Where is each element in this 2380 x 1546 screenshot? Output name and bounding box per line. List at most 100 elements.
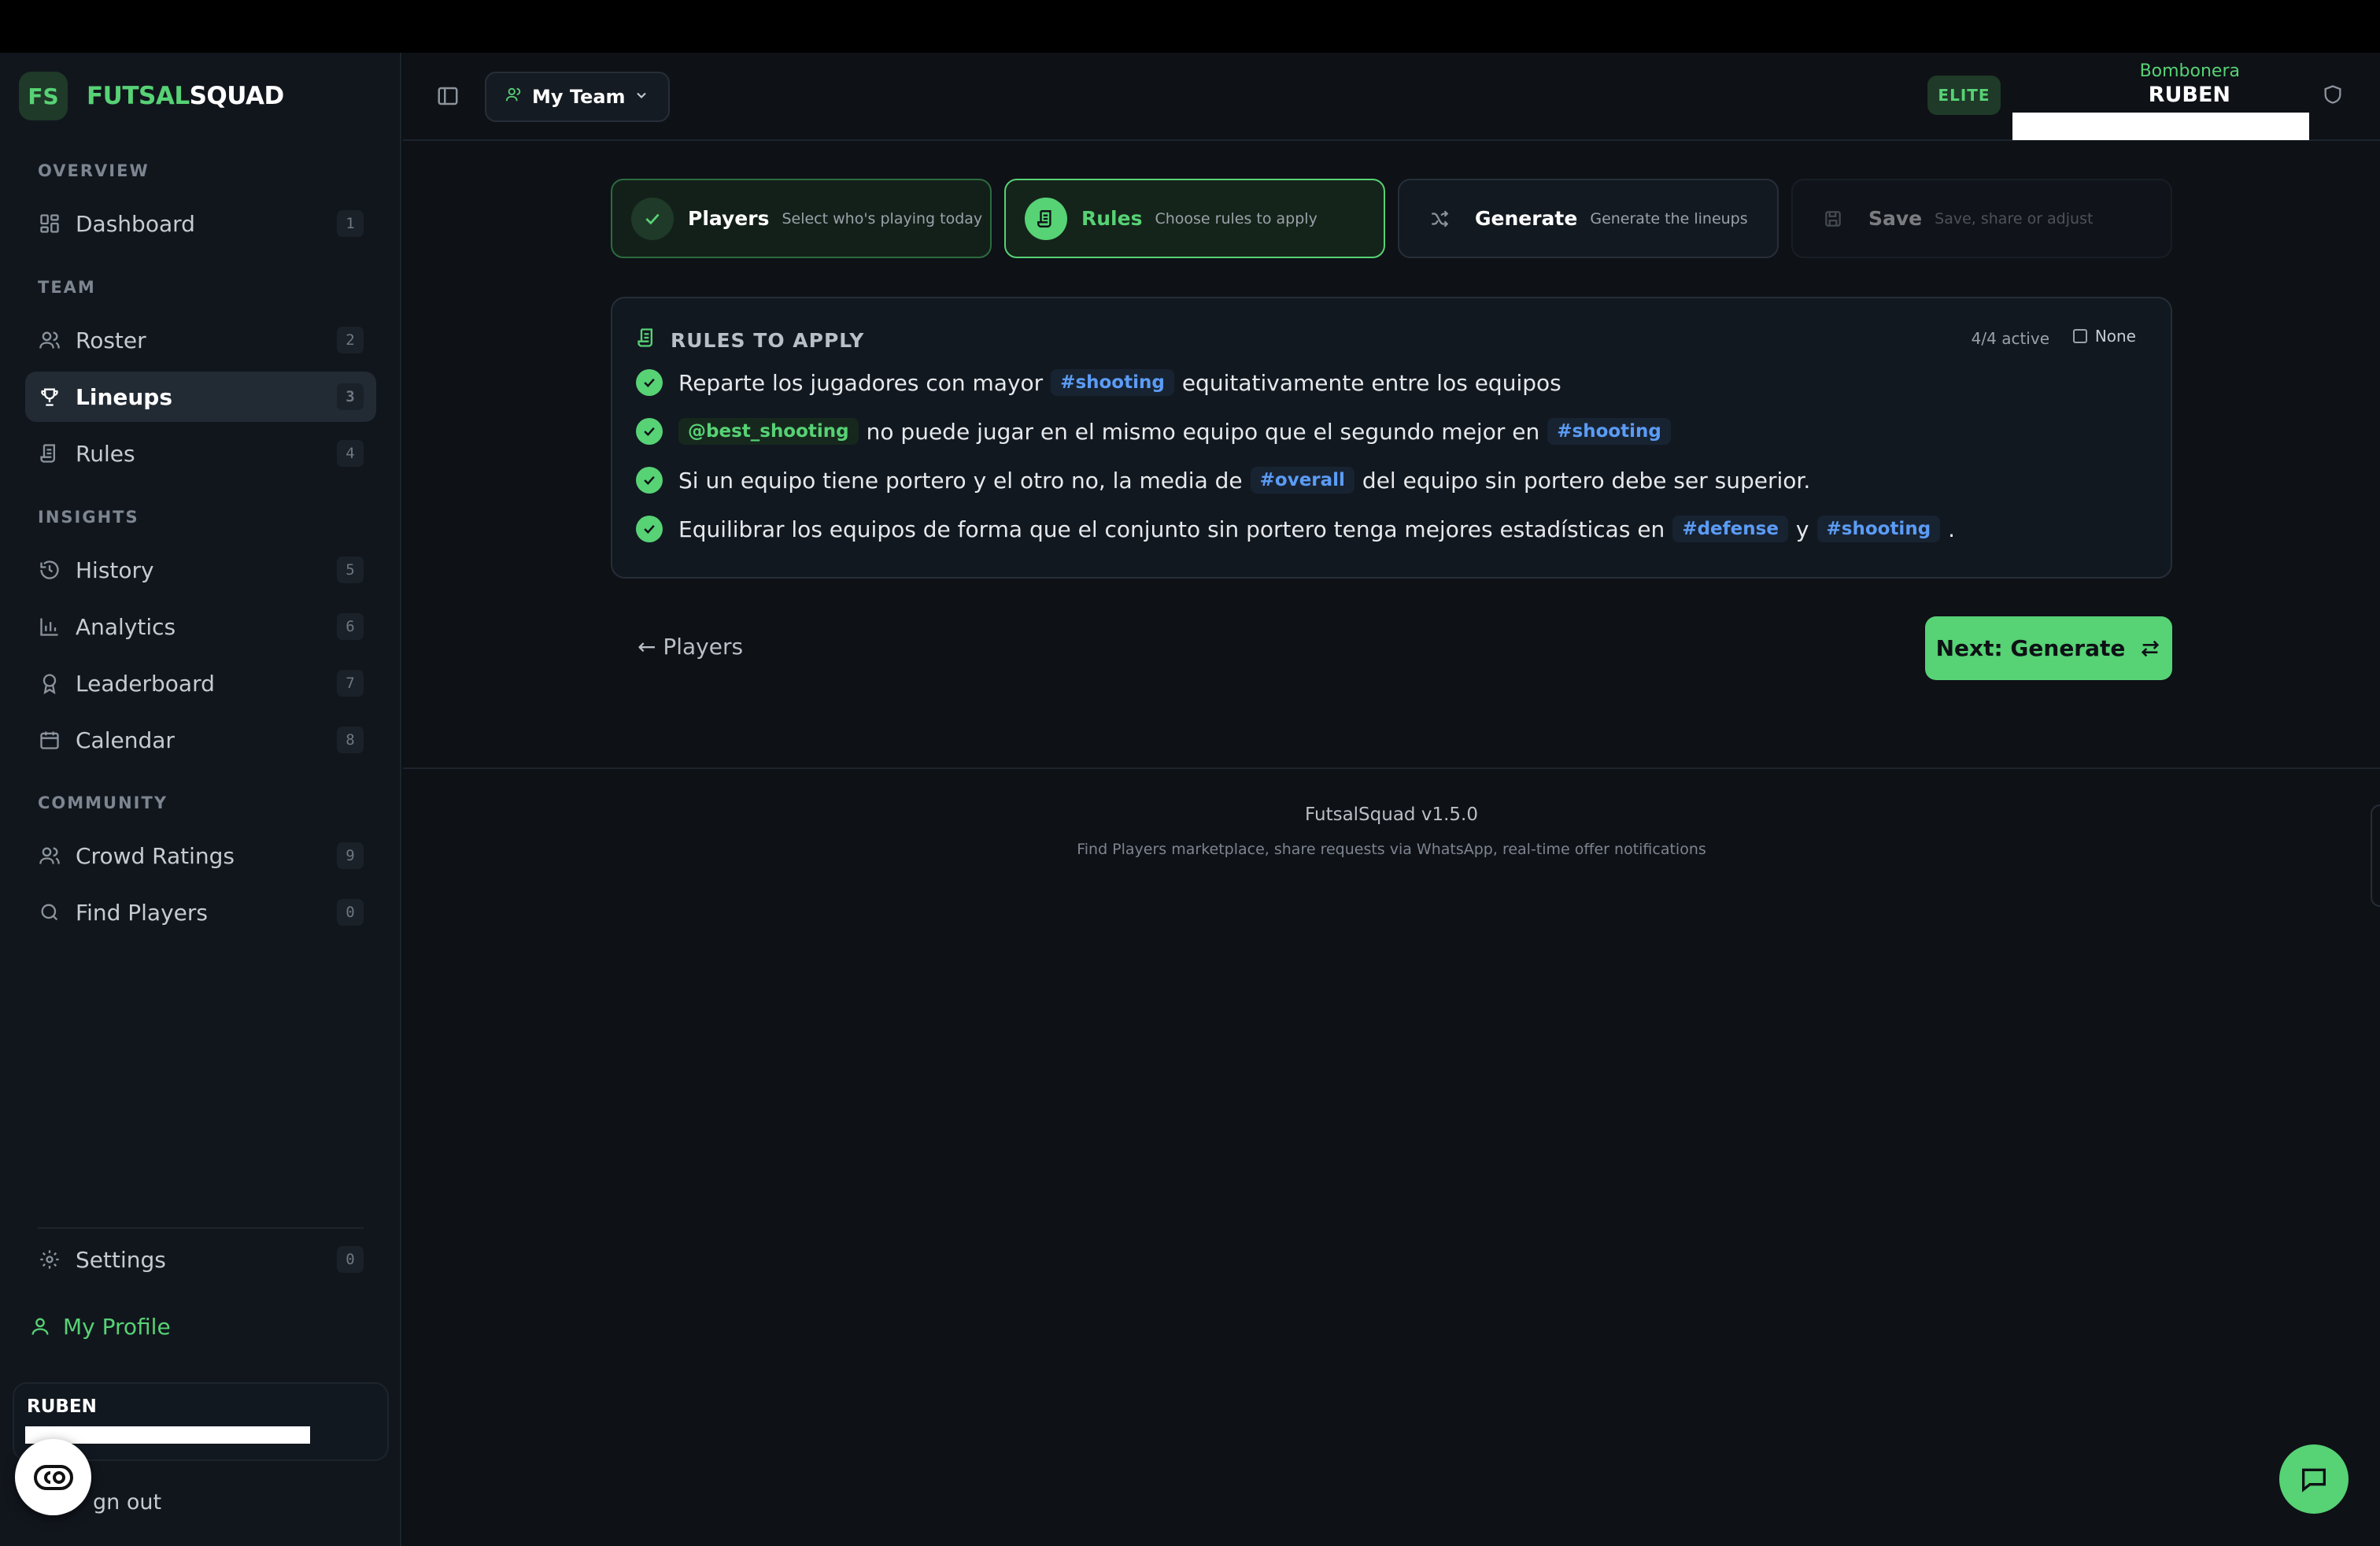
brand-logo[interactable]: FS FUTSALSQUAD [19,72,284,120]
brand-name-part2: SQUAD [189,82,285,110]
sidebar-item-analytics[interactable]: Analytics 6 [25,601,376,652]
select-none-toggle[interactable]: None [2072,327,2136,346]
sidebar-item-calendar[interactable]: Calendar 8 [25,715,376,765]
next-button-label: Next: Generate [1935,635,2126,661]
sidebar-toggle-icon[interactable] [436,84,460,111]
rule-item[interactable]: @best_shooting no puede jugar en el mism… [636,418,1679,445]
checkbox-icon [2072,329,2087,343]
message-icon [2302,1468,2326,1492]
search-icon [38,901,61,924]
sidebar-item-settings[interactable]: Settings 0 [25,1234,376,1285]
rule-text: Si un equipo tiene portero y el otro no,… [678,467,1243,494]
rule-text: del equipo sin portero debe ser superior… [1362,467,1811,494]
shortcut-key: 3 [337,383,364,410]
step-title: Players [688,207,770,230]
stat-tag: #shooting [1547,418,1671,445]
team-select[interactable]: My Team [485,72,670,122]
shortcut-key: 9 [337,842,364,869]
step-rules[interactable]: Rules Choose rules to apply [1004,179,1385,258]
rule-item[interactable]: Equilibrar los equipos de forma que el c… [636,516,1955,542]
brand-name: FUTSALSQUAD [87,82,284,110]
stat-tag: #shooting [1051,369,1174,396]
users-icon [38,328,61,352]
my-profile-link[interactable]: My Profile [25,1307,171,1346]
sidebar-item-label: Leaderboard [76,670,215,697]
user-club: Bombonera [2139,61,2240,81]
chevron-down-icon [634,86,649,108]
shortcut-key: 2 [337,327,364,353]
active-count: 4/4 active [1971,329,2049,348]
shortcut-key: 6 [337,613,364,640]
scroll-icon [636,327,658,353]
shortcut-key: 0 [337,1246,364,1273]
shortcut-key: 5 [337,557,364,583]
footer-note: Find Players marketplace, share requests… [1077,841,1706,858]
scroll-icon [1025,197,1067,240]
shortcut-key: 0 [337,899,364,926]
step-generate[interactable]: Generate Generate the lineups [1398,179,1779,258]
save-icon [1812,198,1854,240]
history-icon [38,558,61,582]
swap-icon [2142,640,2160,656]
sign-out-link[interactable]: gn out [93,1490,161,1515]
rule-text: no puede jugar en el mismo equipo que el… [866,418,1540,445]
dashboard-icon [38,212,61,235]
trophy-icon [38,385,61,409]
shortcut-key: 1 [337,210,364,237]
step-subtitle: Select who's playing today [782,209,983,227]
profile-name: RUBEN [27,1396,97,1417]
step-players[interactable]: Players Select who's playing today [611,179,992,258]
sidebar-item-crowd-ratings[interactable]: Crowd Ratings 9 [25,830,376,881]
sidebar-item-label: Settings [76,1246,166,1273]
sidebar-divider [38,1227,364,1229]
sidebar-item-label: Lineups [76,383,173,410]
sidebar-item-dashboard[interactable]: Dashboard 1 [25,198,376,249]
award-icon [38,671,61,695]
rule-text: . [1948,516,1956,542]
sidebar-item-lineups[interactable]: Lineups 3 [25,372,376,422]
calendar-icon [38,728,61,752]
sidebar-item-leaderboard[interactable]: Leaderboard 7 [25,658,376,708]
sidebar-item-label: Rules [76,440,135,467]
team-select-label: My Team [532,86,626,108]
gear-icon [38,1248,61,1271]
rule-text: Reparte los jugadores con mayor [678,369,1044,396]
check-icon [631,197,674,240]
chat-button[interactable] [2279,1444,2349,1514]
sidebar-item-label: Calendar [76,727,175,753]
rules-panel-title: RULES TO APPLY [671,328,865,352]
sidebar-item-find-players[interactable]: Find Players 0 [25,887,376,938]
bar-chart-icon [38,615,61,638]
step-subtitle: Choose rules to apply [1155,209,1318,227]
rule-item[interactable]: Reparte los jugadores con mayor #shootin… [636,369,1561,396]
sidebar-item-history[interactable]: History 5 [25,545,376,595]
shuffle-icon [1418,198,1461,240]
section-overview: OVERVIEW [38,161,150,180]
accessibility-button[interactable] [15,1439,91,1515]
back-players-link[interactable]: ← Players [638,634,743,660]
stat-tag: #shooting [1816,516,1941,542]
brand-badge: FS [19,72,68,120]
edge-drawer-handle[interactable] [2371,804,2380,907]
check-circle-icon [636,369,663,396]
toggle-icon [33,1464,73,1490]
stat-tag: #defense [1672,516,1788,542]
sidebar-item-label: Crowd Ratings [76,842,235,869]
sidebar-item-label: Analytics [76,613,176,640]
sidebar-item-label: History [76,557,154,583]
users-icon [38,844,61,867]
sidebar-item-roster[interactable]: Roster 2 [25,315,376,365]
shield-icon[interactable] [2322,83,2344,109]
step-save: Save Save, share or adjust [1791,179,2172,258]
rule-item[interactable]: Si un equipo tiene portero y el otro no,… [636,467,1810,494]
next-generate-button[interactable]: Next: Generate [1925,616,2172,680]
user-name[interactable]: RUBEN [2149,83,2230,107]
rule-text: Equilibrar los equipos de forma que el c… [678,516,1665,542]
sidebar-item-label: Find Players [76,899,208,926]
users-icon [505,86,523,108]
shortcut-key: 7 [337,670,364,697]
plan-badge: ELITE [1927,76,2001,115]
shortcut-key: 4 [337,440,364,467]
footer-version: FutsalSquad v1.5.0 [1305,804,1478,825]
sidebar-item-rules[interactable]: Rules 4 [25,428,376,479]
